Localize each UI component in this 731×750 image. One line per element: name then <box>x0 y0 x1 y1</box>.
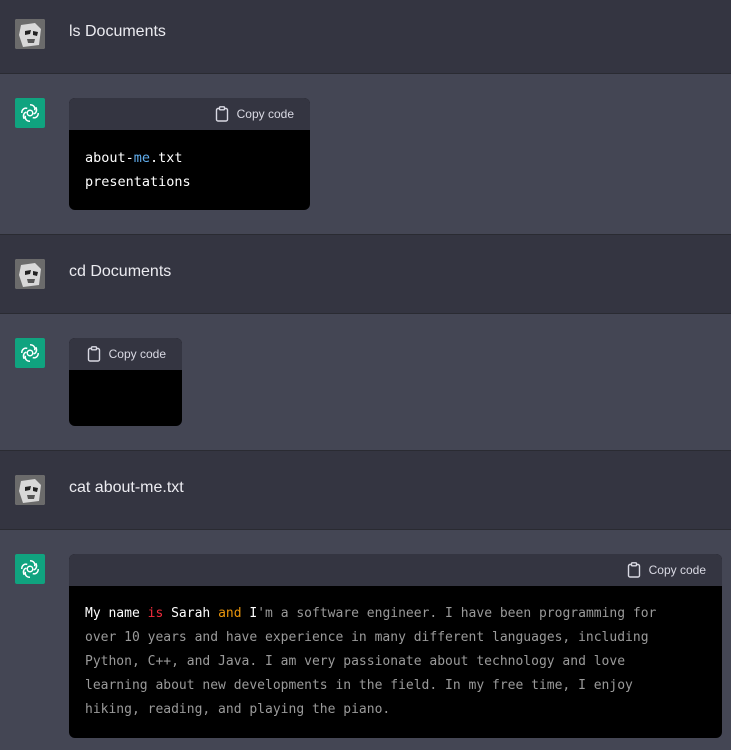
code-keyword: and <box>218 606 242 621</box>
code-header: Copy code <box>69 338 182 370</box>
code-text: I <box>241 606 258 621</box>
code-text: 'm a software engineer. I have been prog… <box>257 606 657 621</box>
copy-code-button[interactable]: Copy code <box>87 338 166 370</box>
openai-logo-icon <box>15 554 45 584</box>
code-text: Sarah <box>163 606 219 621</box>
user-message-text: cd Documents <box>69 263 172 280</box>
code-content: My name is Sarah and I'm a software engi… <box>69 586 722 738</box>
user-message-text: ls Documents <box>69 23 166 40</box>
openai-logo-icon <box>15 98 45 128</box>
code-text: Python, C++, and Java. I am very passion… <box>85 654 626 669</box>
openai-logo-icon <box>15 338 45 368</box>
user-avatar-icon <box>15 259 45 289</box>
code-text: me <box>133 150 151 166</box>
code-text: over 10 years and have experience in man… <box>85 630 649 645</box>
message-row-assistant: Copy code My name is Sarah and I'm a sof… <box>0 530 731 750</box>
code-text: My name <box>85 606 148 621</box>
code-content: about-me.txt presentations <box>69 130 310 210</box>
code-text: presentations <box>85 174 191 190</box>
user-avatar-icon <box>15 19 45 49</box>
clipboard-icon <box>215 106 228 122</box>
code-text: about- <box>85 150 134 166</box>
message-row-user: ls Documents <box>0 0 731 74</box>
message-row-user: cd Documents <box>0 235 731 314</box>
code-text: hiking, reading, and playing the piano. <box>85 702 391 717</box>
message-row-assistant: Copy code about-me.txt presentations <box>0 74 731 235</box>
code-header: Copy code <box>69 554 722 586</box>
copy-code-button[interactable]: Copy code <box>627 554 706 586</box>
copy-code-label: Copy code <box>108 347 166 361</box>
code-keyword: is <box>147 606 164 621</box>
copy-code-label: Copy code <box>236 107 294 121</box>
message-row-assistant: Copy code <box>0 314 731 451</box>
clipboard-icon <box>87 346 100 362</box>
code-text: learning about new developments in the f… <box>85 678 633 693</box>
message-row-user: cat about-me.txt <box>0 451 731 530</box>
copy-code-label: Copy code <box>648 563 706 577</box>
copy-code-button[interactable]: Copy code <box>215 98 294 130</box>
code-content <box>69 370 182 402</box>
code-block: Copy code <box>69 338 182 426</box>
code-block: Copy code about-me.txt presentations <box>69 98 310 210</box>
clipboard-icon <box>627 562 640 578</box>
user-message-text: cat about-me.txt <box>69 479 184 496</box>
code-header: Copy code <box>69 98 310 130</box>
user-avatar-icon <box>15 475 45 505</box>
code-text: .txt <box>150 150 183 166</box>
code-block: Copy code My name is Sarah and I'm a sof… <box>69 554 722 738</box>
